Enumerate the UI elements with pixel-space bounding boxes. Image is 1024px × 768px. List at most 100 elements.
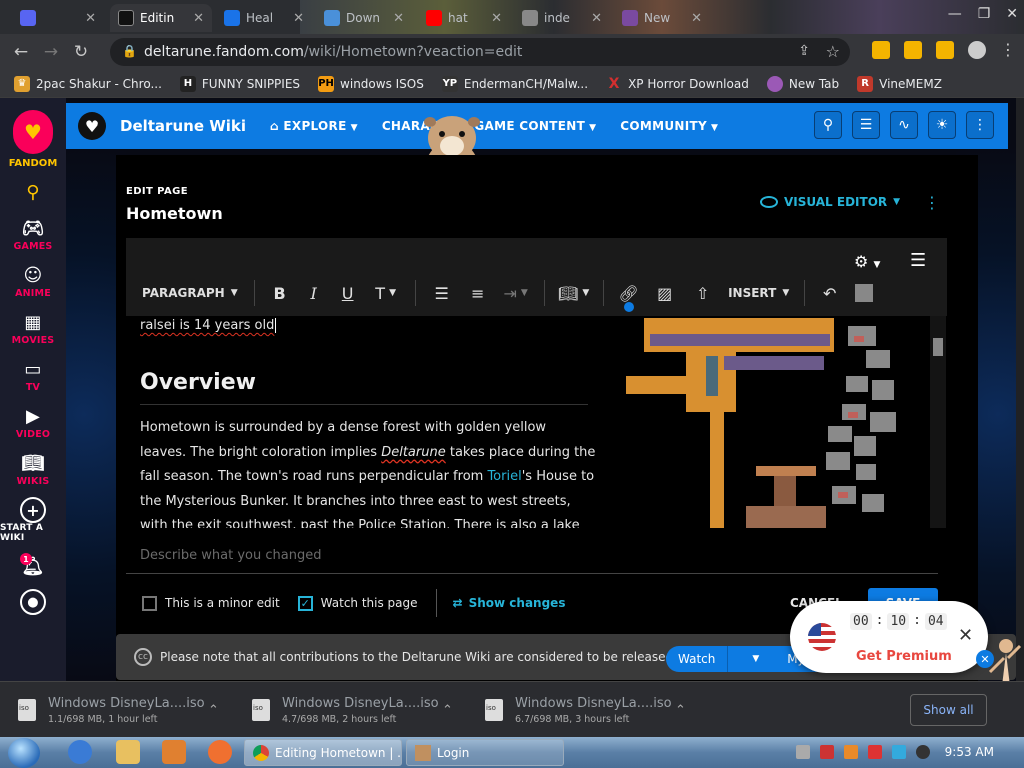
maximize-icon[interactable]: ❐ [978, 6, 991, 22]
nav-community[interactable]: COMMUNITY ▼ [620, 119, 718, 133]
cite-book-icon[interactable]: 📖︎ ▼ [553, 276, 595, 310]
tab-discord[interactable]: ✕ [12, 4, 104, 32]
chevron-up-icon[interactable]: ⌃ [675, 703, 686, 718]
minimize-icon[interactable]: — [948, 6, 962, 22]
discussions-icon[interactable]: ☰ [852, 111, 880, 139]
sidebar-notifications[interactable]: 🔔︎ 1 [0, 553, 66, 579]
internet-explorer-icon[interactable] [68, 740, 92, 764]
tab-youtube[interactable]: hat ✕ [418, 4, 510, 32]
search-icon[interactable]: ⚲ [814, 111, 842, 139]
settings-gear-icon[interactable]: ⚙ ▼ [854, 252, 880, 271]
activity-icon[interactable]: ∿ [890, 111, 918, 139]
tab-editing[interactable]: Editin ✕ [110, 4, 212, 32]
tray-icon[interactable] [796, 745, 810, 759]
sidebar-search[interactable]: ⚲ [0, 179, 66, 205]
close-icon[interactable]: ✕ [85, 11, 96, 26]
tray-flag-icon[interactable] [868, 745, 882, 759]
start-orb-icon[interactable] [8, 738, 40, 768]
taskbar-clock[interactable]: 9:53 AM [945, 745, 994, 759]
tray-network-icon[interactable] [892, 745, 906, 759]
indent-icon[interactable]: ⇥ ▼ [496, 276, 536, 310]
sidebar-item-movies[interactable]: ▦ MOVIES [0, 309, 66, 347]
folder-icon[interactable] [116, 740, 140, 764]
profile-avatar-icon[interactable] [968, 40, 986, 59]
get-premium-link[interactable]: Get Premium [856, 649, 952, 664]
forward-arrow-icon[interactable]: → [36, 42, 66, 62]
tray-antivirus-icon[interactable] [820, 745, 834, 759]
more-options-icon[interactable]: ⋮ [966, 111, 994, 139]
close-icon[interactable]: ✕ [958, 625, 973, 646]
bookmark-funny-snippies[interactable]: H FUNNY SNIPPIES [179, 75, 300, 92]
deltarune-logo-icon[interactable]: ♥ [78, 112, 106, 140]
fandom-heart-logo[interactable]: ♥ [13, 110, 53, 154]
bold-icon[interactable]: B [263, 276, 297, 310]
watch-button[interactable]: Watch [666, 646, 727, 672]
editor-scrollbar[interactable] [930, 316, 946, 528]
hamburger-menu-icon[interactable]: ☰ [910, 250, 926, 271]
bookmark-vinememz[interactable]: R VineMEMZ [857, 75, 942, 92]
tray-volume-icon[interactable] [916, 745, 930, 759]
star-icon[interactable]: ☆ [826, 42, 840, 61]
text-style-icon[interactable]: T ▼ [365, 276, 407, 310]
download-item[interactable]: Windows DisneyLa....iso 4.7/698 MB, 2 hou… [234, 682, 464, 738]
sidebar-item-video[interactable]: ▶ VIDEO [0, 403, 66, 441]
kebab-menu-icon[interactable]: ⋮ [1000, 40, 1016, 59]
back-arrow-icon[interactable]: ← [6, 42, 36, 62]
taskbar-login-window[interactable]: Login [406, 739, 564, 766]
undo-icon[interactable]: ↶ [813, 276, 847, 310]
bullet-list-icon[interactable]: ☰ [424, 276, 460, 310]
numbered-list-icon[interactable]: ≡ [460, 276, 496, 310]
bookmark-2pac[interactable]: ♛ 2pac Shakur - Chro... [14, 75, 162, 92]
sidebar-profile[interactable]: ● [0, 589, 66, 615]
close-icon[interactable]: ✕ [293, 11, 304, 26]
tray-search-icon[interactable] [844, 745, 858, 759]
share-icon[interactable]: ⇪ [798, 43, 810, 59]
tab-heal[interactable]: Heal ✕ [216, 4, 312, 32]
bookmark-xp-horror[interactable]: X XP Horror Download [606, 76, 749, 92]
bookmark-windows-isos[interactable]: PH windows ISOS [318, 75, 424, 92]
show-all-button[interactable]: Show all [910, 694, 987, 726]
sidebar-item-wikis[interactable]: 📖︎ WIKIS [0, 450, 66, 488]
media-player-icon[interactable] [162, 740, 186, 764]
image-icon[interactable]: ▨ [646, 276, 684, 310]
sidebar-item-tv[interactable]: ▭ TV [0, 356, 66, 394]
tab-down[interactable]: Down ✕ [316, 4, 412, 32]
underline-icon[interactable]: U [331, 276, 365, 310]
special-character-icon[interactable] [847, 276, 881, 310]
download-item[interactable]: Windows DisneyLa....iso 1.1/698 MB, 1 hou… [0, 682, 230, 738]
toriel-link[interactable]: Toriel [487, 469, 521, 484]
chevron-up-icon[interactable]: ⌃ [442, 703, 453, 718]
sidebar-item-start-wiki[interactable]: + START A WIKI [0, 497, 66, 543]
close-icon[interactable]: ✕ [691, 11, 702, 26]
close-icon[interactable]: ✕ [491, 11, 502, 26]
nav-explore[interactable]: ⌂ EXPLORE ▼ [270, 119, 358, 133]
close-icon[interactable]: ✕ [193, 11, 204, 26]
article-edit-surface[interactable]: ralsei is 14 years old Overview Hometown… [126, 316, 606, 528]
insert-dropdown[interactable]: INSERT ▼ [722, 276, 796, 310]
nav-game-content[interactable]: GAME CONTENT ▼ [474, 119, 596, 133]
edit-summary-input[interactable]: Describe what you changed [126, 540, 938, 574]
paint-icon[interactable] [208, 740, 232, 764]
reload-icon[interactable]: ↻ [66, 42, 96, 62]
paragraph-format-dropdown[interactable]: PARAGRAPH ▼ [142, 276, 238, 310]
theme-toggle-icon[interactable]: ☀ [928, 111, 956, 139]
puzzle-extension-icon[interactable] [872, 40, 890, 59]
close-icon[interactable]: ✕ [591, 11, 602, 26]
taskbar-chrome-window[interactable]: Editing Hometown | ... [244, 739, 402, 766]
sidebar-item-games[interactable]: 🎮︎ GAMES [0, 215, 66, 253]
tab-index[interactable]: inde ✕ [514, 4, 610, 32]
playlist-icon[interactable] [904, 40, 922, 59]
upload-icon[interactable]: ⇧ [684, 276, 722, 310]
tab-new[interactable]: New ✕ [614, 4, 710, 32]
chevron-up-icon[interactable]: ⌃ [208, 703, 219, 718]
minor-edit-checkbox[interactable] [142, 595, 157, 611]
italic-icon[interactable]: I [297, 276, 331, 310]
wiki-name[interactable]: Deltarune Wiki [120, 117, 246, 135]
close-window-icon[interactable]: ✕ [1006, 6, 1018, 22]
visual-editor-switch[interactable]: VISUAL EDITOR ▼ [760, 195, 900, 209]
link-icon[interactable]: 🔗︎ [612, 276, 646, 312]
close-icon[interactable]: ✕ [393, 11, 404, 26]
bookmark-new-tab[interactable]: New Tab [766, 75, 839, 92]
show-changes-button[interactable]: ⇄ Show changes [453, 596, 566, 610]
watch-page-checkbox[interactable]: ✓ [297, 595, 313, 611]
